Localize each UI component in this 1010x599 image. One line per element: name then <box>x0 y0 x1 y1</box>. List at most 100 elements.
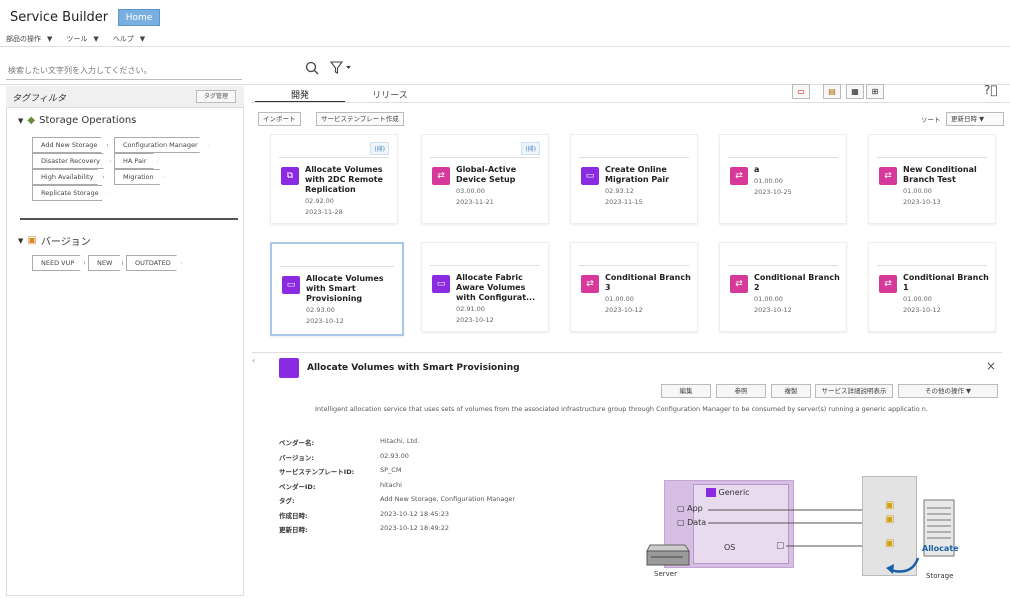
card-divider <box>280 266 394 267</box>
generic-label: Generic <box>718 488 750 497</box>
sort-select[interactable]: 更新日時 ▼ <box>946 112 1004 126</box>
tag-chip[interactable]: HA Pair <box>114 153 158 169</box>
card-date: 2023-11-28 <box>305 208 343 216</box>
sort-label: ソート <box>921 116 941 124</box>
card-name: Allocate Volumes with 2DC Remote Replica… <box>305 165 383 194</box>
expand-icon: ▼ <box>18 116 24 125</box>
service-icon: ▭ <box>581 167 599 185</box>
service-icon <box>279 358 299 378</box>
tag-chip[interactable]: NEED VUP <box>32 255 86 271</box>
card-version: 01.00.00 <box>605 295 634 303</box>
collapse-icon[interactable]: ‹ <box>252 356 255 365</box>
card-date: 2023-10-12 <box>456 316 494 324</box>
diagram-app: ▢ App <box>677 504 703 513</box>
search-icon[interactable] <box>305 61 319 75</box>
copy-button[interactable]: 複製 <box>771 384 811 398</box>
service-card[interactable]: ▭ Allocate Volumes with Smart Provisionin… <box>270 242 404 336</box>
card-version: 01.00.00 <box>754 295 783 303</box>
service-card[interactable]: (排) ⧉ Allocate Volumes with 2DC Remote Rep… <box>270 134 398 224</box>
tag-chip[interactable]: Add New Storage <box>32 137 109 153</box>
view-button[interactable]: 参照 <box>716 384 766 398</box>
app-title: Service Builder <box>10 10 109 25</box>
card-version: 02.93.00 <box>306 306 335 314</box>
card-divider <box>279 157 389 158</box>
service-card[interactable]: ⇄ Conditional Branch 2 01.00.00 2023-10-12 <box>719 242 847 332</box>
volume-icon: ▣ <box>885 500 895 511</box>
tag-chip[interactable]: Disaster Recovery <box>32 153 111 169</box>
app-label: App <box>687 504 703 513</box>
card-divider <box>877 265 987 266</box>
sort-value: 更新日時 <box>951 115 977 123</box>
service-icon: ▭ <box>282 276 300 294</box>
prop-value: SP_CM <box>380 466 402 474</box>
allocate-label: Allocate <box>922 544 959 553</box>
close-icon[interactable]: × <box>986 359 996 373</box>
tag-chip[interactable]: OUTDATED <box>126 255 182 271</box>
tag-filter-title: タグフィルタ <box>12 94 66 104</box>
filter-icon[interactable] <box>330 61 352 75</box>
card-name: Allocate Volumes with Smart Provisioning <box>306 274 384 303</box>
diagram-generic-header: Generic <box>706 488 776 500</box>
card-date: 2023-10-12 <box>306 317 344 325</box>
edit-button[interactable]: 編集 <box>661 384 711 398</box>
card-badge: (排) <box>370 142 389 155</box>
card-divider <box>728 157 838 158</box>
prop-label: サービステンプレートID: <box>279 468 355 476</box>
help-icon[interactable]: ?⃝ <box>984 83 998 97</box>
tag-chip[interactable]: NEW <box>88 255 124 271</box>
tab-dev[interactable]: 開発 <box>255 88 345 103</box>
menu-parts[interactable]: 部品の操作 ▼ <box>6 34 52 44</box>
service-card[interactable]: ⇄ New Conditional Branch Test 01.00.00 2023… <box>868 134 996 224</box>
tag-chip[interactable]: Migration <box>114 169 165 185</box>
service-card[interactable]: ⇄ Conditional Branch 3 01.00.00 2023-10-12 <box>570 242 698 332</box>
service-card[interactable]: ▭ Create Online Migration Pair 02.93.12 202… <box>570 134 698 224</box>
service-icon: ⇄ <box>730 275 748 293</box>
service-card[interactable]: ▭ Allocate Fabric Aware Volumes with Conf… <box>421 242 549 332</box>
card-date: 2023-10-12 <box>754 306 792 314</box>
chevron-down-icon: ▼ <box>979 115 985 123</box>
create-template-button[interactable]: サービステンプレート作成 <box>316 112 404 126</box>
view-grid-icon[interactable]: ▦ <box>846 84 864 99</box>
tab-release[interactable]: リリース <box>355 88 425 101</box>
menu-tools[interactable]: ツール ▼ <box>66 34 98 44</box>
import-button[interactable]: インポート <box>258 112 301 126</box>
card-date: 2023-10-12 <box>903 306 941 314</box>
home-tab[interactable]: Home <box>118 9 160 26</box>
prop-label: ベンダー名: <box>279 439 315 447</box>
tag-manage-button[interactable]: タグ管理 <box>196 90 236 103</box>
service-icon: ⇄ <box>879 167 897 185</box>
group-storage-operations[interactable]: ▼ ◆ Storage Operations <box>18 115 136 126</box>
tag-chip[interactable]: Replicate Storage <box>32 185 110 201</box>
view-card-icon[interactable]: ▭ <box>792 84 810 99</box>
allocate-arrow-icon <box>886 557 920 574</box>
card-version: 01.00.00 <box>754 177 783 185</box>
other-actions-select[interactable]: その他の操作 ▼ <box>898 384 998 398</box>
search-input[interactable]: 検索したい文字列を入力してください。 <box>6 61 242 80</box>
chevron-down-icon: ▼ <box>966 387 972 395</box>
group-version[interactable]: ▼ ▣ バージョン <box>18 233 91 248</box>
view-table-icon[interactable]: ⊞ <box>866 84 884 99</box>
menu-help[interactable]: ヘルプ ▼ <box>113 34 145 44</box>
tag-chip[interactable]: High Availability <box>32 169 105 185</box>
prop-value: Hitachi, Ltd. <box>380 437 420 445</box>
prop-value: 2023-10-12 18:45:23 <box>380 509 450 518</box>
group-label: バージョン <box>40 237 91 248</box>
show-detail-button[interactable]: サービス詳細説明表示 <box>815 384 893 398</box>
detail-title: Allocate Volumes with Smart Provisioning <box>307 363 520 373</box>
service-icon: ▭ <box>432 275 450 293</box>
prop-value: 2023-10-12 18:49:22 <box>380 524 450 532</box>
tabs-divider <box>252 102 1010 103</box>
chevron-down-icon: ▼ <box>93 35 99 43</box>
tag-chip[interactable]: Configuration Manager <box>114 137 209 153</box>
card-name: Global-Active Device Setup <box>456 165 517 184</box>
service-card[interactable]: ⇄ Conditional Branch 1 01.00.00 2023-10-12 <box>868 242 996 332</box>
card-date: 2023-10-13 <box>903 198 941 206</box>
card-name: Create Online Migration Pair <box>605 165 670 184</box>
menu-bar: 部品の操作 ▼ ツール ▼ ヘルプ ▼ <box>6 34 145 44</box>
service-card[interactable]: ⇄ a 01.00.00 2023-10-25 <box>719 134 847 224</box>
view-stack-icon[interactable]: ▤ <box>823 84 841 99</box>
chevron-down-icon: ▼ <box>139 35 146 43</box>
prop-label: 更新日時: <box>279 526 308 534</box>
generic-icon <box>706 488 716 497</box>
service-card[interactable]: (排) ⇄ Global-Active Device Setup 03.00.00 20… <box>421 134 549 224</box>
